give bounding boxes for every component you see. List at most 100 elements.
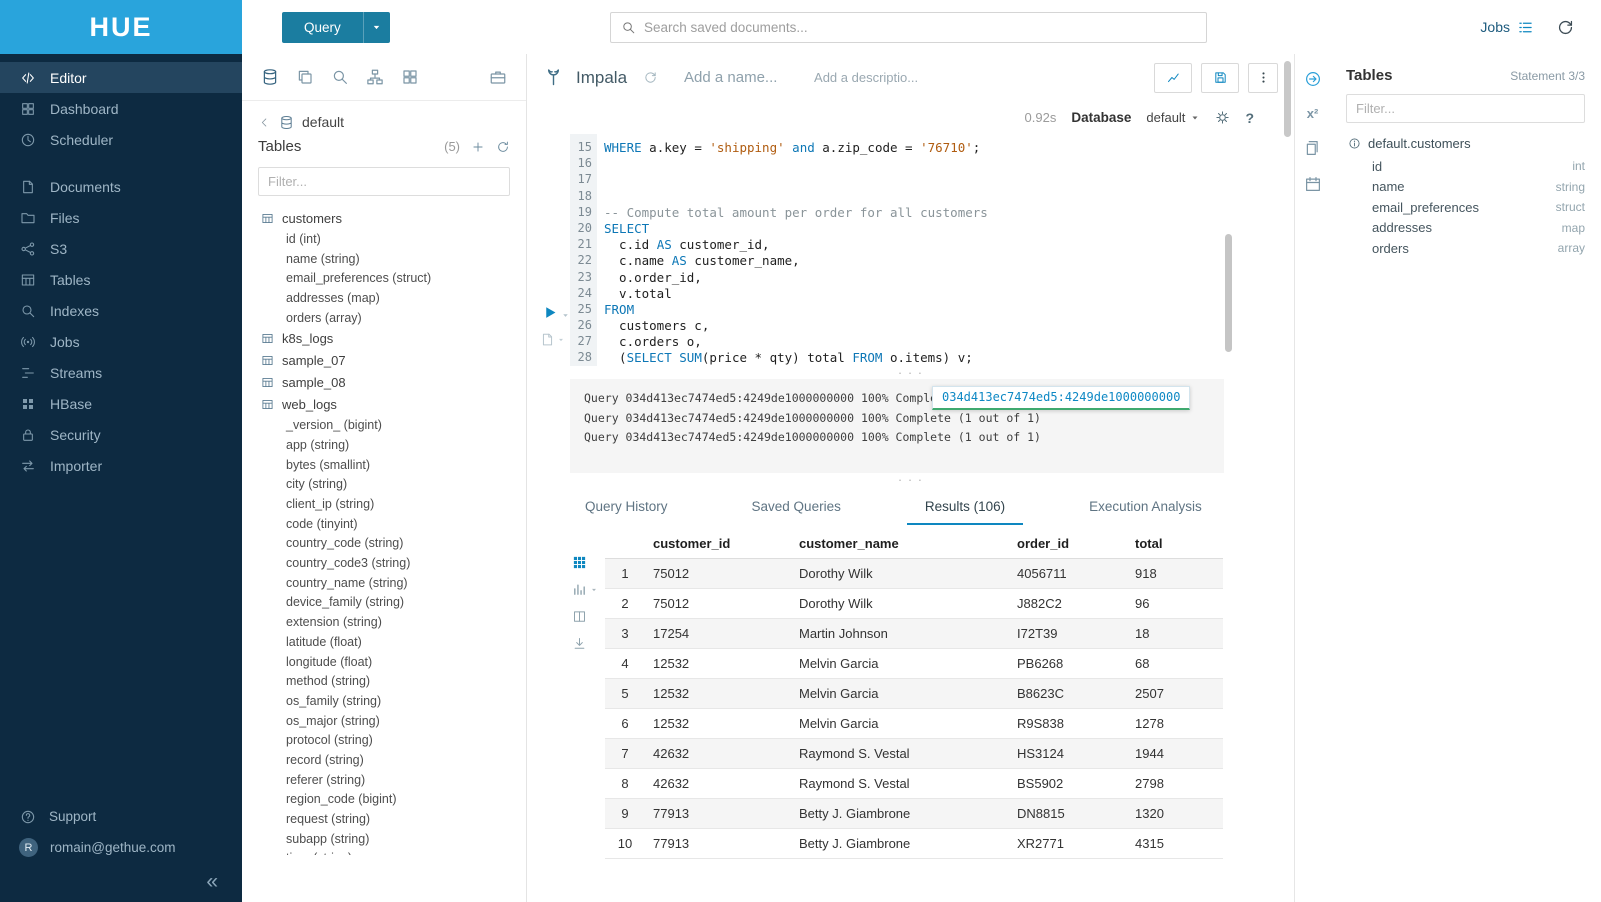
tab-results-106-[interactable]: Results (106) — [907, 490, 1023, 525]
tree-column[interactable]: region_code (bigint) — [242, 790, 526, 810]
sidebar-item-importer[interactable]: Importer — [0, 450, 242, 481]
column-header-total[interactable]: total — [1127, 529, 1223, 559]
new-query-button-label[interactable]: Query — [282, 12, 363, 43]
tree-table-sample_08[interactable]: sample_08 — [242, 371, 526, 393]
database-breadcrumb[interactable]: default — [242, 101, 526, 133]
table-row[interactable]: 275012Dorothy WilkJ882C296 — [605, 589, 1223, 619]
tree-column[interactable]: orders (array) — [242, 308, 526, 328]
tree-column[interactable]: extension (string) — [242, 612, 526, 632]
right-column-email_preferences[interactable]: email_preferencesstruct — [1346, 197, 1585, 218]
execute-button[interactable] — [542, 304, 559, 321]
tree-column[interactable]: country_code (string) — [242, 534, 526, 554]
tree-column[interactable]: longitude (float) — [242, 652, 526, 672]
resize-handle[interactable] — [527, 366, 1294, 379]
editor-assistant-icon[interactable] — [1304, 70, 1322, 88]
editor-scrollbar[interactable] — [1225, 234, 1232, 352]
grid-view-icon[interactable] — [572, 555, 587, 570]
language-reference-icon[interactable] — [1304, 139, 1322, 157]
query-description-input[interactable] — [814, 70, 942, 85]
query-id-popover[interactable]: 034d413ec7474ed5:4249de1000000000 — [932, 386, 1190, 410]
query-name-input[interactable] — [684, 69, 802, 86]
refresh-icon[interactable] — [496, 140, 510, 154]
page-scrollbar[interactable] — [1284, 61, 1291, 137]
tree-column[interactable]: os_major (string) — [242, 711, 526, 731]
active-table-row[interactable]: default.customers — [1346, 131, 1585, 156]
tree-column[interactable]: addresses (map) — [242, 288, 526, 308]
table-row[interactable]: 512532Melvin GarciaB8623C2507 — [605, 679, 1223, 709]
right-column-orders[interactable]: ordersarray — [1346, 238, 1585, 259]
chart-view-icon[interactable] — [572, 582, 598, 597]
collapse-sidebar-button[interactable]: « — [206, 871, 218, 892]
tree-column[interactable]: protocol (string) — [242, 730, 526, 750]
schedule-icon[interactable] — [1304, 175, 1322, 193]
query-history-icon[interactable] — [643, 70, 658, 85]
sidebar-item-indexes[interactable]: Indexes — [0, 295, 242, 326]
tree-column[interactable]: client_ip (string) — [242, 494, 526, 514]
column-header-order_id[interactable]: order_id — [1009, 529, 1127, 559]
new-query-button[interactable]: Query — [282, 12, 390, 43]
sidebar-item-scheduler[interactable]: Scheduler — [0, 124, 242, 155]
tree-column[interactable]: subapp (string) — [242, 829, 526, 849]
tab-query-history[interactable]: Query History — [567, 490, 686, 525]
tree-column[interactable]: method (string) — [242, 671, 526, 691]
add-table-icon[interactable] — [471, 140, 485, 154]
briefcase-icon[interactable] — [489, 68, 507, 86]
table-row[interactable]: 842632Raymond S. VestalBS59022798 — [605, 769, 1223, 799]
sidebar-item-documents[interactable]: Documents — [0, 171, 242, 202]
tree-column[interactable]: country_name (string) — [242, 573, 526, 593]
sidebar-item-editor[interactable]: Editor — [0, 62, 242, 93]
new-query-dropdown[interactable] — [363, 12, 390, 43]
chart-button[interactable] — [1154, 63, 1192, 93]
download-icon[interactable] — [572, 636, 587, 651]
tree-table-sample_07[interactable]: sample_07 — [242, 349, 526, 371]
tree-column[interactable]: referer (string) — [242, 770, 526, 790]
right-column-name[interactable]: namestring — [1346, 177, 1585, 198]
search-source-icon[interactable] — [331, 68, 349, 86]
tree-column[interactable]: time (string) — [242, 849, 526, 855]
sidebar-item-streams[interactable]: Streams — [0, 357, 242, 388]
execute-options-caret[interactable] — [561, 311, 570, 320]
sitemap-source-icon[interactable] — [366, 68, 384, 86]
sidebar-item-files[interactable]: Files — [0, 202, 242, 233]
help-icon[interactable]: ? — [1245, 110, 1254, 126]
sidebar-item-dashboard[interactable]: Dashboard — [0, 93, 242, 124]
tree-column[interactable]: name (string) — [242, 249, 526, 269]
table-row[interactable]: 317254Martin JohnsonI72T3918 — [605, 619, 1223, 649]
tree-column[interactable]: bytes (smallint) — [242, 455, 526, 475]
tree-column[interactable]: record (string) — [242, 750, 526, 770]
functions-icon[interactable]: x² — [1307, 106, 1319, 121]
tab-saved-queries[interactable]: Saved Queries — [734, 490, 859, 525]
sidebar-item-support[interactable]: Support — [0, 801, 242, 832]
right-filter-input[interactable] — [1356, 101, 1575, 116]
database-select[interactable]: default — [1146, 110, 1200, 125]
tree-table-k8s_logs[interactable]: k8s_logs — [242, 327, 526, 349]
column-header-customer_id[interactable]: customer_id — [645, 529, 791, 559]
tree-column[interactable]: city (string) — [242, 475, 526, 495]
search-input[interactable] — [644, 20, 1196, 35]
sidebar-item-tables[interactable]: Tables — [0, 264, 242, 295]
sidebar-item-s3[interactable]: S3 — [0, 233, 242, 264]
tree-column[interactable]: id (int) — [242, 229, 526, 249]
documents-source-icon[interactable] — [296, 68, 314, 86]
hue-logo[interactable]: HUE — [0, 0, 242, 54]
assist-filter-input[interactable] — [268, 174, 500, 189]
db-source-icon[interactable] — [261, 68, 279, 86]
snippet-settings-button[interactable] — [540, 332, 565, 347]
apps-source-icon[interactable] — [401, 68, 419, 86]
right-column-id[interactable]: idint — [1346, 156, 1585, 177]
tree-table-web_logs[interactable]: web_logs — [242, 393, 526, 415]
tree-column[interactable]: app (string) — [242, 435, 526, 455]
sidebar-item-user[interactable]: R romain@gethue.com — [0, 832, 242, 863]
tree-column[interactable]: latitude (float) — [242, 632, 526, 652]
table-row[interactable]: 175012Dorothy Wilk4056711918 — [605, 559, 1223, 589]
column-header-customer_name[interactable]: customer_name — [791, 529, 1009, 559]
tree-column[interactable]: request (string) — [242, 809, 526, 829]
tree-column[interactable]: country_code3 (string) — [242, 553, 526, 573]
table-row[interactable]: 612532Melvin GarciaR9S8381278 — [605, 709, 1223, 739]
history-icon[interactable] — [1556, 18, 1575, 37]
sidebar-item-security[interactable]: Security — [0, 419, 242, 450]
right-column-addresses[interactable]: addressesmap — [1346, 218, 1585, 239]
table-row[interactable]: 977913Betty J. GiambroneDN88151320 — [605, 799, 1223, 829]
table-row[interactable]: 412532Melvin GarciaPB626868 — [605, 649, 1223, 679]
columns-view-icon[interactable] — [572, 609, 587, 624]
